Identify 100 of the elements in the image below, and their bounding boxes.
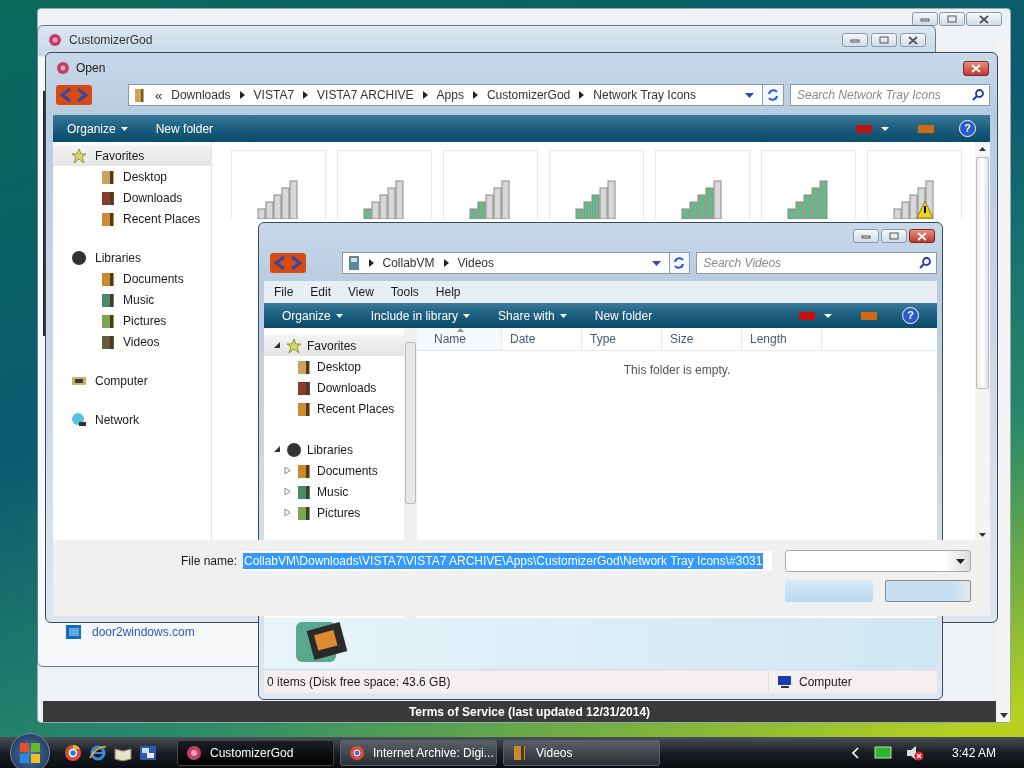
toolbar-button[interactable]: Organize (282, 308, 343, 323)
breadcrumb-item[interactable]: Network Tray Icons (593, 88, 696, 102)
taskbar-button[interactable]: Internet Archive: Digi... (340, 739, 497, 766)
nav-item[interactable]: Favorites (53, 145, 211, 166)
taskbar-button[interactable]: CustomizerGod (177, 739, 334, 766)
nav-item[interactable]: Libraries (53, 247, 211, 268)
help-button[interactable]: ? (902, 307, 919, 324)
close-button[interactable] (909, 229, 935, 243)
thumbnail[interactable] (655, 150, 750, 219)
thumbnail[interactable] (549, 150, 644, 219)
menu-item[interactable]: File (274, 285, 294, 299)
breadcrumb-item[interactable]: CollabVM (382, 256, 435, 270)
refresh-button[interactable] (762, 84, 784, 106)
column-header[interactable]: Length (742, 328, 822, 350)
dropdown-arrow-icon[interactable] (651, 260, 661, 266)
address-bar[interactable]: « Downloads VISTA7 VISTA7 ARCHIVE Apps CustomizerGod Network Tray Icons (128, 84, 763, 106)
column-header[interactable]: Type (582, 328, 662, 350)
menu-item[interactable]: View (348, 285, 374, 299)
breadcrumb-item[interactable]: Apps (436, 88, 464, 102)
scroll-down-arrow-icon[interactable] (979, 533, 986, 537)
tree-item[interactable]: Favorites (264, 335, 404, 356)
address-bar[interactable]: CollabVM Videos (341, 252, 670, 274)
dropdown-arrow-icon[interactable] (745, 92, 754, 98)
toolbar-button[interactable]: New folder (594, 308, 653, 323)
thumbnail[interactable] (761, 150, 856, 219)
breadcrumb-item[interactable]: VISTA7 ARCHIVE (317, 88, 414, 102)
muted-speaker-icon[interactable] (905, 744, 924, 761)
tree-item[interactable]: Documents (264, 460, 404, 481)
tree-item[interactable]: Music (264, 481, 404, 502)
collapsed-arrow-icon[interactable] (284, 488, 291, 495)
close-button[interactable] (963, 60, 989, 76)
thumbnail[interactable] (867, 150, 962, 219)
nav-item[interactable]: Videos (53, 331, 211, 352)
nav-item[interactable]: Music (53, 289, 211, 310)
tree-item[interactable]: Pictures (264, 502, 404, 523)
caret-icon[interactable] (881, 126, 889, 131)
caret-icon[interactable] (824, 313, 832, 318)
toolbar-button[interactable]: Include in library (370, 308, 471, 323)
maximize-button[interactable] (939, 12, 965, 26)
minimize-button[interactable] (912, 12, 938, 26)
thumbnail[interactable] (231, 150, 326, 219)
close-button[interactable] (966, 12, 1002, 26)
file-type-dropdown[interactable] (785, 550, 971, 572)
site-link[interactable]: door2windows.com (92, 625, 195, 639)
thumbnail[interactable] (337, 150, 432, 219)
cancel-button[interactable] (885, 580, 971, 602)
collapsed-arrow-icon[interactable] (284, 467, 291, 474)
overflow-chevron[interactable]: « (155, 87, 163, 103)
expanded-arrow-icon[interactable] (274, 446, 281, 453)
tree-item[interactable]: Desktop (264, 356, 404, 377)
expanded-arrow-icon[interactable] (274, 342, 281, 349)
scroll-down-arrow-icon[interactable] (999, 713, 1008, 718)
search-field[interactable]: Search Network Tray Icons (790, 84, 990, 106)
back-forward-buttons[interactable] (56, 85, 92, 105)
breadcrumb-item[interactable]: VISTA7 (253, 88, 295, 102)
scrollbar[interactable] (975, 142, 990, 542)
collapsed-arrow-icon[interactable] (284, 509, 291, 516)
toolbar-button[interactable]: Share with (498, 308, 567, 323)
menu-item[interactable]: Help (435, 285, 461, 299)
thumbnail[interactable] (443, 150, 538, 219)
search-field[interactable]: Search Videos (696, 252, 937, 274)
menu-item[interactable]: Edit (310, 285, 332, 299)
toolbar-button[interactable]: New folder (155, 121, 214, 136)
nav-item[interactable]: Recent Places (53, 208, 211, 229)
minimize-button[interactable] (842, 33, 868, 47)
windows-switch-icon[interactable] (139, 743, 157, 762)
minimize-button[interactable] (853, 229, 879, 243)
column-header[interactable]: Date (502, 328, 582, 350)
help-button[interactable]: ? (959, 120, 976, 137)
taskbar-button[interactable]: Videos (503, 739, 660, 766)
breadcrumb-item[interactable]: Downloads (171, 88, 231, 102)
tree-item[interactable]: Downloads (264, 377, 404, 398)
toolbar-button[interactable]: Organize (67, 121, 128, 136)
back-forward-buttons[interactable] (270, 253, 306, 273)
close-icon (979, 14, 989, 24)
column-header[interactable]: Size (662, 328, 742, 350)
dropdown-arrow-icon (956, 558, 965, 564)
browser-icon[interactable] (64, 743, 82, 762)
refresh-button[interactable] (668, 252, 691, 274)
nav-item[interactable]: Downloads (53, 187, 211, 208)
nav-item[interactable]: Desktop (53, 166, 211, 187)
preview-pane-icon[interactable] (917, 123, 935, 134)
close-button[interactable] (900, 33, 926, 47)
folder-icon (101, 189, 115, 206)
preview-pane-icon[interactable] (860, 310, 878, 321)
globe-browser-icon[interactable] (89, 743, 107, 762)
tree-item[interactable]: Recent Places (264, 398, 404, 419)
nav-item[interactable]: Pictures (53, 310, 211, 331)
network-icon[interactable] (873, 745, 892, 760)
scroll-up-arrow-icon[interactable] (979, 147, 986, 151)
start-button[interactable] (10, 732, 50, 768)
minimize-icon (861, 233, 871, 239)
nav-item[interactable]: Network (53, 409, 211, 430)
nav-item[interactable]: Computer (53, 370, 211, 391)
breadcrumb-item[interactable]: Videos (457, 256, 495, 270)
column-header[interactable]: Name (417, 328, 502, 350)
tree-item[interactable]: Libraries (264, 439, 404, 460)
breadcrumb-item[interactable]: CustomizerGod (486, 88, 571, 102)
menu-item[interactable]: Tools (390, 285, 419, 299)
nav-item[interactable]: Documents (53, 268, 211, 289)
